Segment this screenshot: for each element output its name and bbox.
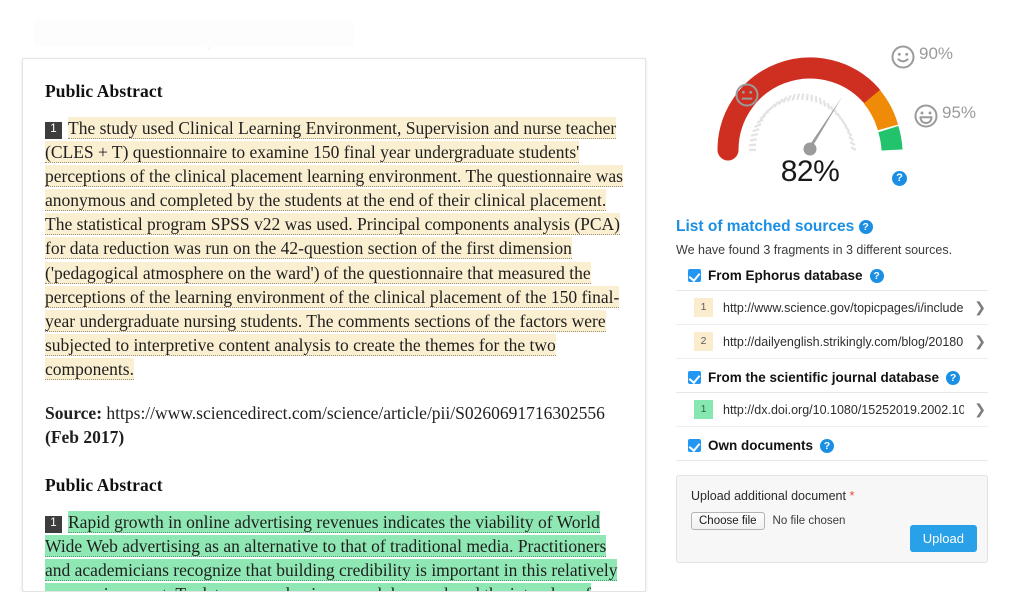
source-row[interactable]: 2 http://dailyenglish.strikingly.com/blo… bbox=[676, 325, 988, 359]
slightly-smiling-face-icon bbox=[890, 44, 916, 70]
faint-dot bbox=[207, 47, 210, 50]
source-group-ephorus: From Ephorus database ? 1 http://www.sci… bbox=[676, 268, 988, 359]
match-marker-1[interactable]: 1 bbox=[45, 122, 62, 139]
source-line-1: Source: https://www.sciencedirect.com/sc… bbox=[45, 401, 623, 449]
matched-sources-title: List of matched sources ? bbox=[676, 218, 1024, 236]
document-content: Public Abstract 1The study used Clinical… bbox=[45, 81, 623, 592]
checkbox-ephorus[interactable] bbox=[688, 269, 701, 282]
source-group-scientific-journal: From the scientific journal database ? 1… bbox=[676, 370, 988, 427]
upload-label: Upload additional document * bbox=[691, 488, 975, 503]
chevron-right-icon[interactable]: ❯ bbox=[974, 333, 988, 350]
source-group-own-documents: Own documents ? bbox=[676, 438, 988, 461]
source-group-help-icon[interactable]: ? bbox=[820, 439, 834, 453]
matched-sources-subtitle: We have found 3 fragments in 3 different… bbox=[676, 243, 1024, 257]
source-group-header[interactable]: Own documents ? bbox=[676, 438, 988, 461]
faint-top-field-text bbox=[35, 21, 353, 33]
checkbox-scientific-journal[interactable] bbox=[688, 371, 701, 384]
source-url-1[interactable]: https://www.sciencedirect.com/science/ar… bbox=[106, 403, 604, 423]
gauge-value-label: 82% bbox=[664, 155, 956, 189]
matched-sources-help-icon[interactable]: ? bbox=[859, 220, 873, 234]
spacer bbox=[45, 449, 623, 467]
gauge-help-glyph: ? bbox=[892, 171, 907, 186]
source-group-label: Own documents bbox=[708, 438, 813, 453]
source-row[interactable]: 1 http://dx.doi.org/10.1080/15252019.200… bbox=[676, 393, 988, 427]
gauge-arc-green bbox=[888, 129, 892, 150]
source-group-header[interactable]: From the scientific journal database ? bbox=[676, 370, 988, 393]
chevron-right-icon[interactable]: ❯ bbox=[974, 401, 988, 418]
source-url[interactable]: http://www.science.gov/topicpages/i/incl… bbox=[723, 301, 964, 315]
document-paper-panel[interactable]: Public Abstract 1The study used Clinical… bbox=[22, 58, 646, 592]
abstract-heading-2: Public Abstract bbox=[45, 475, 623, 496]
neutral-face-icon bbox=[734, 82, 760, 108]
gauge-arc-orange bbox=[872, 97, 888, 128]
source-url[interactable]: http://dailyenglish.strikingly.com/blog/… bbox=[723, 335, 964, 349]
gauge-needle-hub bbox=[804, 143, 817, 156]
grinning-face-icon bbox=[913, 103, 939, 129]
source-group-help-icon[interactable]: ? bbox=[946, 371, 960, 385]
source-group-help-icon[interactable]: ? bbox=[870, 269, 884, 283]
source-url[interactable]: http://dx.doi.org/10.1080/15252019.2002.… bbox=[723, 403, 964, 417]
gauge-help-icon[interactable]: ? bbox=[892, 170, 907, 188]
abstract-heading-1: Public Abstract bbox=[45, 81, 623, 102]
upload-panel: Upload additional document * Choose file… bbox=[676, 475, 988, 563]
gauge-threshold-label-90: 90% bbox=[919, 44, 953, 64]
no-file-chosen-text: No file chosen bbox=[773, 515, 846, 527]
matched-sources-title-text: List of matched sources bbox=[676, 218, 854, 235]
source-number: 1 bbox=[694, 400, 713, 419]
source-row[interactable]: 1 http://www.science.gov/topicpages/i/in… bbox=[676, 291, 988, 325]
required-marker: * bbox=[849, 488, 854, 503]
upload-label-text: Upload additional document bbox=[691, 489, 846, 503]
source-number: 1 bbox=[694, 298, 713, 317]
upload-button[interactable]: Upload bbox=[910, 525, 977, 552]
originality-gauge: 90% 95% 82% ? bbox=[664, 0, 1024, 214]
highlighted-text-1[interactable]: The study used Clinical Learning Environ… bbox=[45, 117, 623, 380]
source-group-header[interactable]: From Ephorus database ? bbox=[676, 268, 988, 291]
match-marker-2[interactable]: 1 bbox=[45, 516, 62, 533]
abstract-paragraph-2: 1Rapid growth in online advertising reve… bbox=[45, 510, 623, 592]
source-group-label: From Ephorus database bbox=[708, 268, 863, 283]
highlighted-text-2[interactable]: Rapid growth in online advertising reven… bbox=[45, 511, 621, 592]
chevron-right-icon[interactable]: ❯ bbox=[974, 299, 988, 316]
source-label-1: Source: bbox=[45, 403, 102, 423]
source-date-1: (Feb 2017) bbox=[45, 425, 623, 449]
abstract-paragraph-1: 1The study used Clinical Learning Enviro… bbox=[45, 116, 623, 381]
results-sidebar: 90% 95% 82% ? List of matched sources ? … bbox=[664, 0, 1024, 584]
gauge-ticks bbox=[749, 94, 856, 151]
source-number: 2 bbox=[694, 332, 713, 351]
source-group-label: From the scientific journal database bbox=[708, 370, 939, 385]
faint-top-field bbox=[34, 20, 354, 46]
checkbox-own-documents[interactable] bbox=[688, 439, 701, 452]
gauge-threshold-label-95: 95% bbox=[942, 103, 976, 123]
choose-file-button[interactable]: Choose file bbox=[691, 512, 765, 530]
